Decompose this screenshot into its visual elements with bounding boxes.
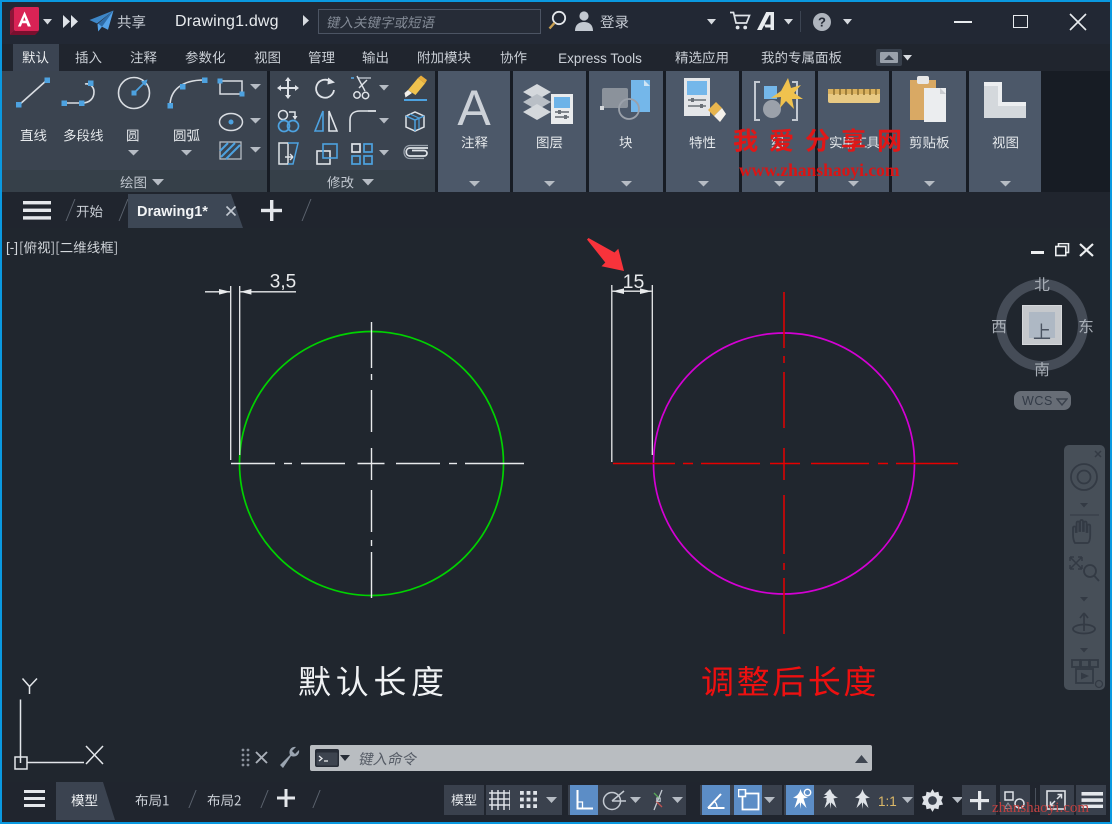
svg-text:15: 15 <box>623 271 645 293</box>
svg-text:?: ? <box>818 15 826 30</box>
svg-text:3,5: 3,5 <box>270 272 296 293</box>
